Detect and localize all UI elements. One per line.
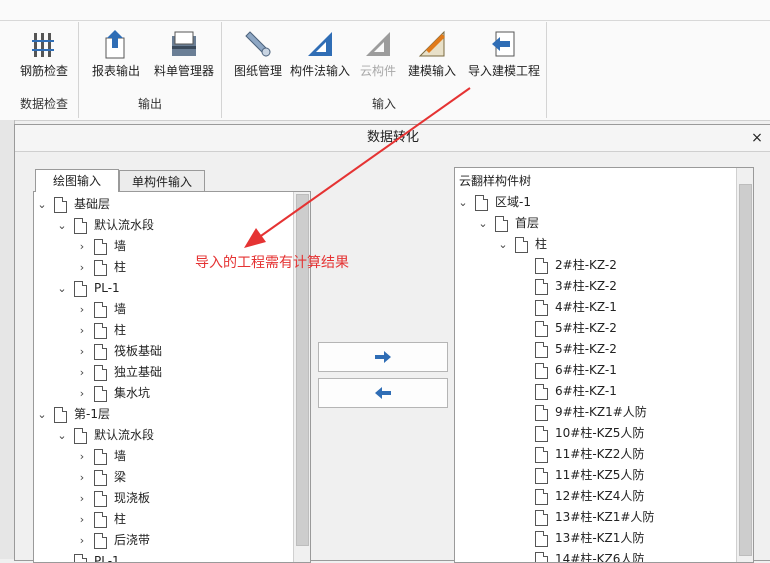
annotation-arrow	[244, 87, 471, 248]
tab-drawing-input[interactable]: 绘图输入	[35, 169, 119, 192]
annotation-text: 导入的工程需有计算结果	[195, 255, 349, 271]
